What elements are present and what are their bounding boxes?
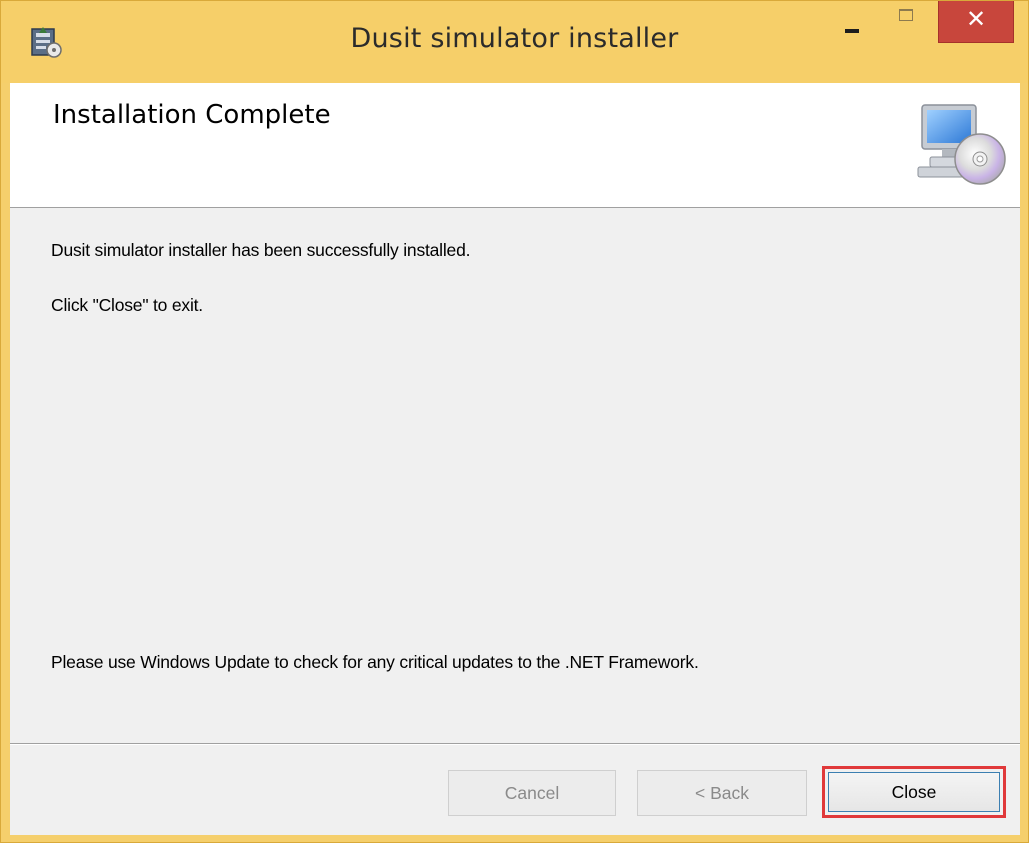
close-button[interactable]: Close [822, 766, 1006, 818]
header-banner: Installation Complete [10, 83, 1020, 208]
exit-instruction: Click "Close" to exit. [51, 295, 203, 315]
minimize-button[interactable] [823, 1, 881, 39]
back-button[interactable]: < Back [637, 770, 807, 816]
installer-window: Dusit simulator installer ✕ Installation… [0, 0, 1029, 843]
success-message: Dusit simulator installer has been succe… [51, 240, 471, 260]
cancel-button[interactable]: Cancel [448, 770, 616, 816]
footer-divider-highlight [10, 744, 1020, 745]
title-bar[interactable]: Dusit simulator installer ✕ [1, 1, 1028, 83]
maximize-icon [899, 9, 913, 21]
computer-disc-icon [917, 104, 1006, 185]
page-title: Installation Complete [53, 100, 331, 130]
maximize-button[interactable] [881, 1, 931, 39]
window-close-button[interactable]: ✕ [938, 1, 1014, 43]
update-notice: Please use Windows Update to check for a… [51, 652, 699, 672]
close-button-label: Close [828, 772, 1000, 812]
dialog-client-area: Installation Complete Dusit simulator in… [10, 83, 1020, 835]
minimize-icon [845, 29, 859, 33]
close-icon: ✕ [965, 5, 987, 33]
